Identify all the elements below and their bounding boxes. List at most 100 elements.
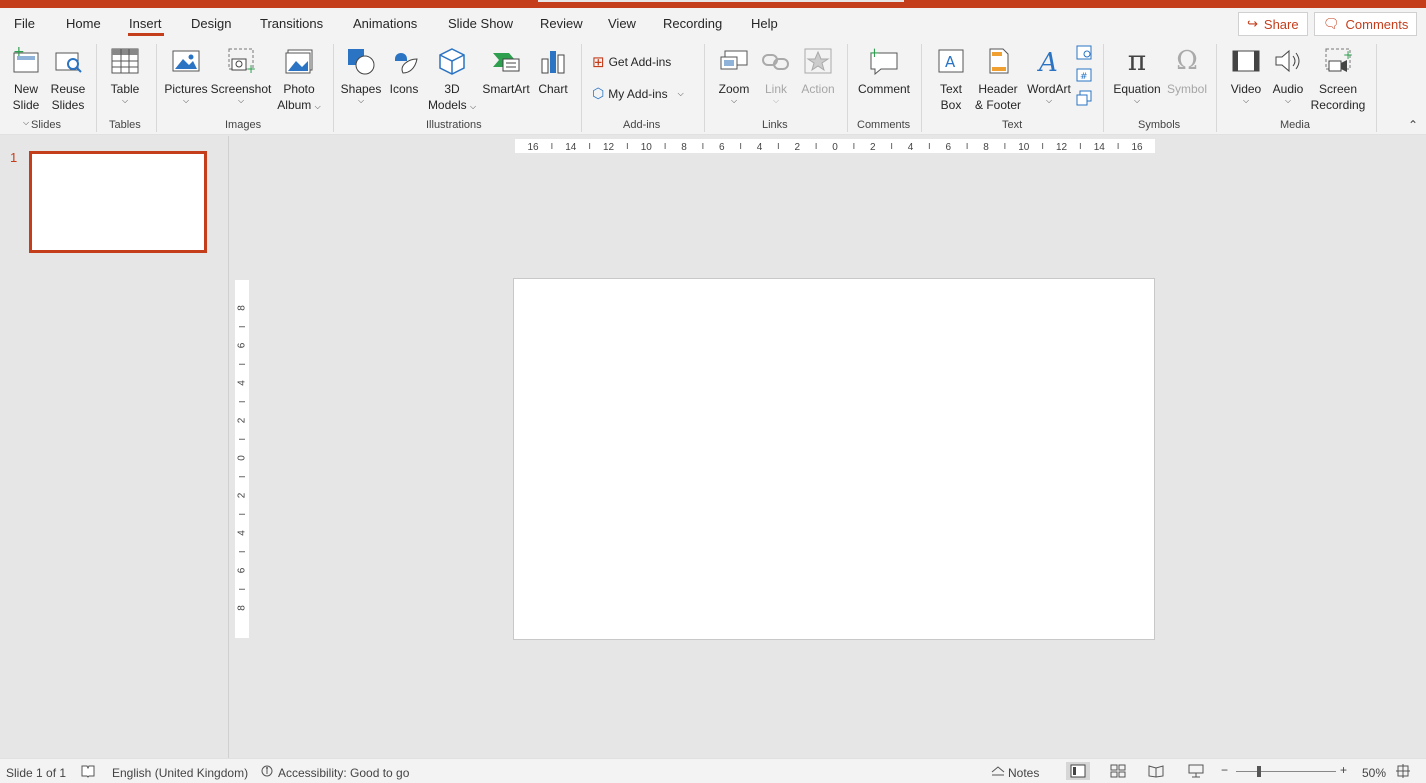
- ruler-label: 0: [237, 455, 248, 461]
- ruler-label: 4: [237, 530, 248, 536]
- object-icon[interactable]: [1076, 90, 1092, 109]
- zoom-button[interactable]: Zoom ⌵: [714, 44, 754, 105]
- ruler-label: 14: [565, 142, 577, 153]
- symbol-button[interactable]: Ω Symbol: [1164, 44, 1210, 97]
- screen-recording-icon: +: [1321, 44, 1355, 78]
- wordart-button[interactable]: A WordArt ⌵: [1024, 44, 1074, 105]
- slideshow-icon[interactable]: [1188, 764, 1204, 781]
- comment-icon: +: [867, 44, 901, 78]
- ruler-label: 10: [1018, 142, 1030, 153]
- 3d-models-button[interactable]: 3D Models ⌵: [426, 44, 478, 113]
- ruler-label: 2: [794, 142, 800, 153]
- tab-transitions[interactable]: Transitions: [260, 16, 323, 31]
- svg-text:#: #: [1080, 72, 1088, 82]
- table-icon: [108, 44, 142, 78]
- smartart-icon: [489, 44, 523, 78]
- link-button[interactable]: Link ⌵: [758, 44, 794, 105]
- collapse-ribbon-icon[interactable]: ⌃: [1408, 118, 1418, 132]
- svg-text:+: +: [869, 47, 880, 61]
- tab-home[interactable]: Home: [66, 16, 101, 31]
- zoom-icon: [717, 44, 751, 78]
- ribbon: + New Slide ⌵ Reuse Slides Slides Table …: [0, 40, 1426, 135]
- screenshot-button[interactable]: + Screenshot ⌵: [210, 44, 272, 105]
- tab-slide-show[interactable]: Slide Show: [448, 16, 513, 31]
- spelling-icon[interactable]: [80, 764, 96, 781]
- zoom-out-icon[interactable]: −: [1221, 763, 1228, 777]
- tab-insert[interactable]: Insert: [129, 16, 162, 31]
- ruler-label: 16: [1131, 142, 1143, 153]
- smartart-button[interactable]: SmartArt: [481, 44, 531, 97]
- zoom-slider-thumb[interactable]: [1257, 766, 1261, 777]
- date-time-icon[interactable]: [1076, 44, 1092, 63]
- group-label-text: Text: [1002, 119, 1023, 131]
- tab-animations[interactable]: Animations: [353, 16, 417, 31]
- screenshot-icon: +: [224, 44, 258, 78]
- tab-review[interactable]: Review: [540, 16, 583, 31]
- svg-text:A: A: [945, 53, 956, 71]
- group-label-illustrations: Illustrations: [426, 119, 482, 131]
- group-label-comments: Comments: [857, 119, 911, 131]
- tab-file[interactable]: File: [14, 16, 35, 31]
- chart-button[interactable]: Chart: [535, 44, 571, 97]
- text-box-button[interactable]: A Text Box: [932, 44, 970, 113]
- ruler-label: 8: [983, 142, 989, 153]
- accessibility-icon: [259, 764, 275, 781]
- chevron-down-icon: ⌵: [677, 88, 684, 98]
- tab-recording[interactable]: Recording: [663, 16, 722, 31]
- normal-view-icon: [1070, 764, 1086, 781]
- shapes-button[interactable]: Shapes ⌵: [341, 44, 381, 105]
- table-button[interactable]: Table ⌵: [107, 44, 143, 105]
- slide-number-icon[interactable]: #: [1076, 67, 1092, 86]
- pi-icon: π: [1127, 44, 1147, 77]
- ruler-label: 2: [237, 492, 248, 498]
- header-footer-icon: [981, 44, 1015, 78]
- vertical-ruler: 8 6 4 2 0 2 4 6 8: [235, 280, 249, 638]
- video-button[interactable]: Video ⌵: [1227, 44, 1265, 105]
- my-add-ins-button[interactable]: ⬡ My Add-ins ⌵: [592, 85, 684, 102]
- share-button[interactable]: ↪ Share: [1238, 12, 1308, 36]
- fit-to-window-icon[interactable]: [1396, 764, 1410, 781]
- slide-sorter-icon[interactable]: [1110, 764, 1126, 781]
- slide-thumbnail[interactable]: [29, 151, 207, 253]
- active-tab-indicator: [128, 33, 164, 36]
- tab-help[interactable]: Help: [751, 16, 778, 31]
- comments-button[interactable]: 🗨 Comments: [1314, 12, 1418, 36]
- group-label-tables: Tables: [109, 119, 141, 131]
- ruler-label: 14: [1094, 142, 1106, 153]
- language[interactable]: English (United Kingdom): [112, 766, 248, 780]
- comment-button[interactable]: + Comment: [855, 44, 913, 97]
- get-add-ins-button[interactable]: ⊞ Get Add-ins: [592, 53, 671, 71]
- photo-album-button[interactable]: Photo Album ⌵: [274, 44, 324, 113]
- reuse-slides-button[interactable]: Reuse Slides: [49, 44, 87, 113]
- ruler-label: 2: [237, 417, 248, 423]
- zoom-slider-track[interactable]: [1236, 771, 1336, 772]
- ruler-label: 4: [237, 380, 248, 386]
- ruler-label: 10: [641, 142, 653, 153]
- new-slide-button[interactable]: + New Slide ⌵: [8, 44, 44, 129]
- audio-button[interactable]: Audio ⌵: [1269, 44, 1307, 105]
- tab-view[interactable]: View: [608, 16, 636, 31]
- group-label-symbols: Symbols: [1138, 119, 1181, 131]
- reading-view-icon[interactable]: [1148, 764, 1164, 781]
- zoom-level[interactable]: 50%: [1362, 766, 1386, 780]
- icons-button[interactable]: Icons: [386, 44, 422, 97]
- zoom-in-icon[interactable]: +: [1340, 763, 1347, 777]
- pictures-button[interactable]: Pictures ⌵: [163, 44, 209, 105]
- link-icon: [759, 44, 793, 78]
- new-slide-icon: +: [9, 44, 43, 78]
- svg-text:+: +: [13, 47, 25, 60]
- reuse-slides-icon: [51, 44, 85, 78]
- notes-button[interactable]: Notes: [1008, 766, 1039, 780]
- accessibility-status[interactable]: Accessibility: Good to go: [278, 766, 409, 780]
- comment-icon: 🗨: [1323, 16, 1340, 31]
- slide-thumbnails-pane: 1: [0, 136, 229, 758]
- slide-number: 1: [10, 150, 18, 165]
- slide-canvas[interactable]: [513, 278, 1155, 640]
- group-label-add-ins: Add-ins: [623, 119, 661, 131]
- equation-button[interactable]: π Equation ⌵: [1110, 44, 1164, 105]
- screen-recording-button[interactable]: + Screen Recording: [1308, 44, 1368, 113]
- action-button[interactable]: Action: [798, 44, 838, 97]
- tab-design[interactable]: Design: [191, 16, 231, 31]
- group-label-media: Media: [1280, 119, 1310, 131]
- header-footer-button[interactable]: Header & Footer: [972, 44, 1024, 113]
